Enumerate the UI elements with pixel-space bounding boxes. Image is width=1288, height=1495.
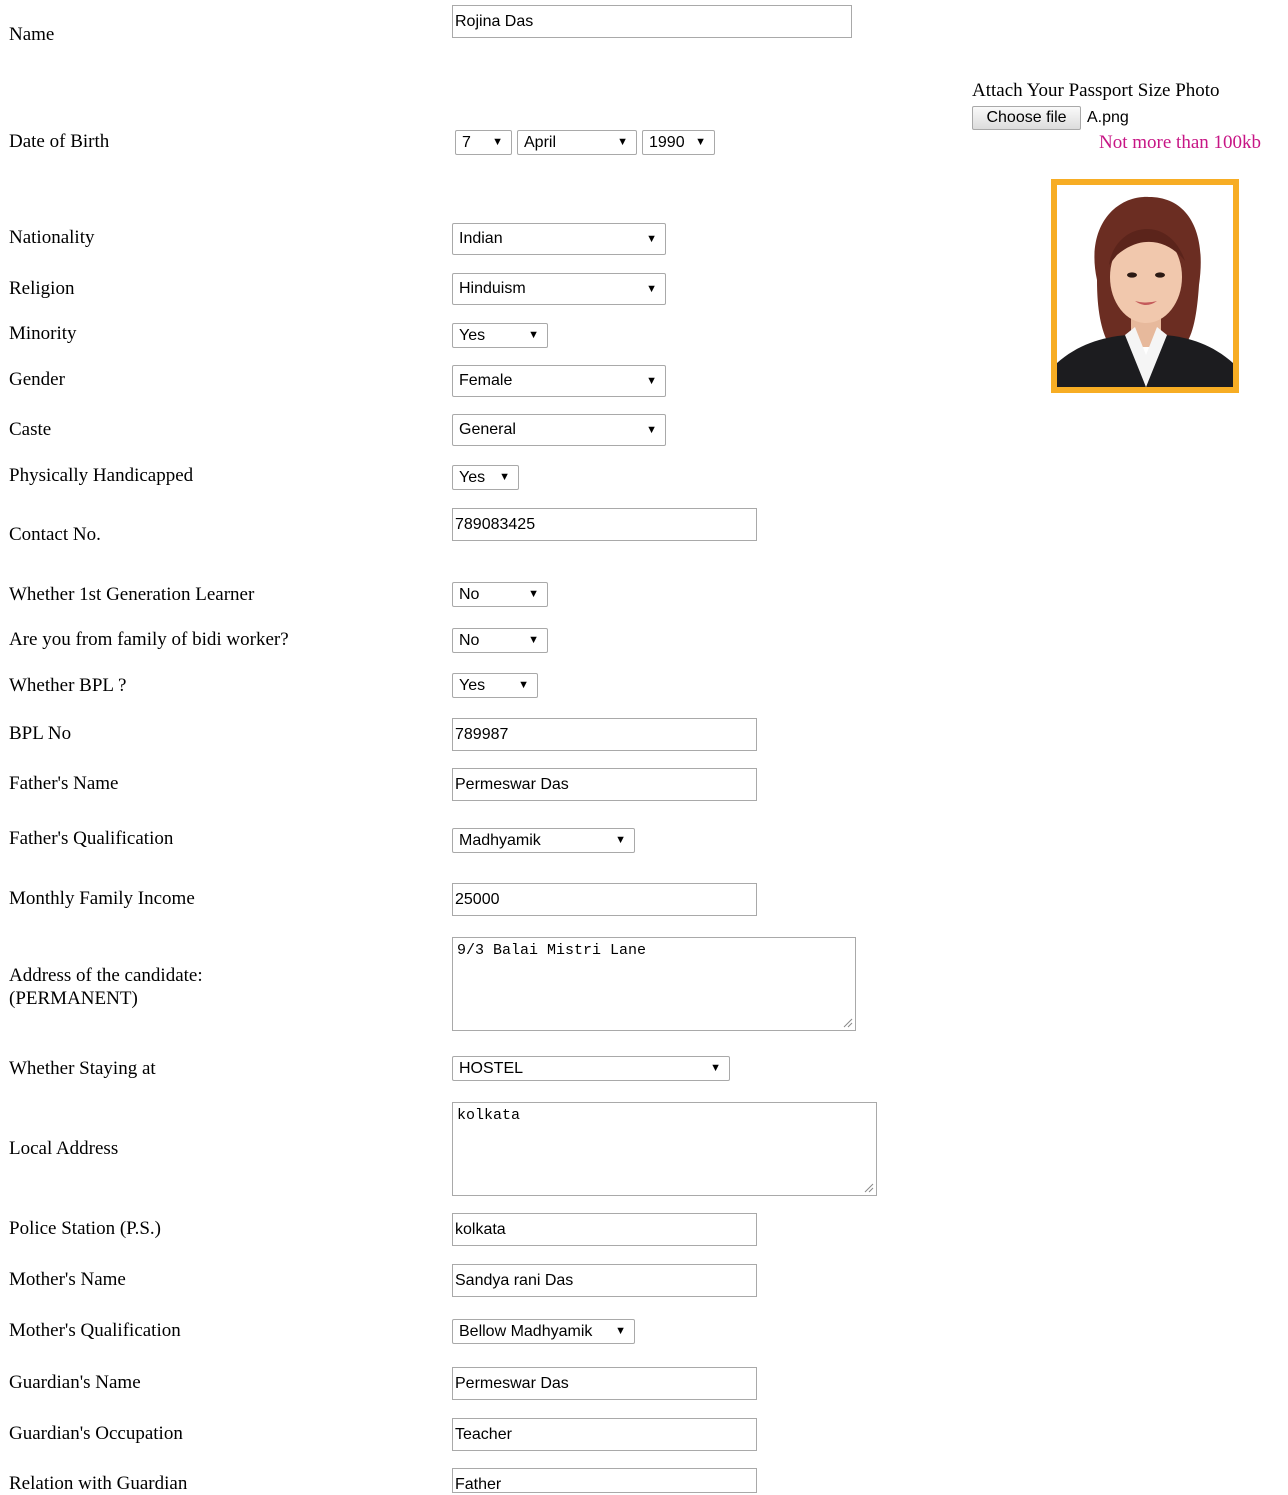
label-first-generation: Whether 1st Generation Learner — [9, 584, 255, 605]
minority-select[interactable]: Yes ▼ — [452, 323, 548, 348]
label-police-station: Police Station (P.S.) — [9, 1218, 162, 1239]
label-income: Monthly Family Income — [9, 888, 195, 909]
chevron-down-icon: ▼ — [646, 233, 657, 245]
label-permanent-address: Address of the candidate: (PERMANENT) — [9, 964, 203, 1010]
bpl-no-input[interactable]: 789987 — [452, 718, 757, 751]
bidi-worker-select[interactable]: No ▼ — [452, 628, 548, 653]
staying-at-value: HOSTEL — [459, 1060, 524, 1077]
label-minority: Minority — [9, 323, 77, 344]
handicapped-select[interactable]: Yes ▼ — [452, 465, 519, 490]
income-input[interactable]: 25000 — [452, 883, 757, 916]
gender-select[interactable]: Female ▼ — [452, 365, 666, 397]
label-mother-name: Mother's Name — [9, 1269, 126, 1290]
label-gender: Gender — [9, 369, 65, 390]
passport-photo — [1051, 179, 1239, 393]
chevron-down-icon: ▼ — [695, 136, 706, 148]
resize-grip-icon[interactable] — [864, 1183, 874, 1193]
label-bpl-no: BPL No — [9, 723, 72, 744]
guardian-name-input[interactable]: Permeswar Das — [452, 1367, 757, 1400]
chevron-down-icon: ▼ — [518, 679, 529, 691]
passport-photo-image — [1057, 185, 1233, 387]
bpl-select[interactable]: Yes ▼ — [452, 673, 538, 698]
label-dob: Date of Birth — [9, 131, 110, 152]
chevron-down-icon: ▼ — [710, 1062, 721, 1074]
father-qualification-select[interactable]: Madhyamik ▼ — [452, 828, 635, 853]
dob-year-select[interactable]: 1990 ▼ — [642, 130, 715, 155]
chevron-down-icon: ▼ — [615, 1325, 626, 1337]
label-father-qualification: Father's Qualification — [9, 828, 174, 849]
dob-year-value: 1990 — [649, 134, 685, 151]
chevron-down-icon: ▼ — [528, 329, 539, 341]
label-relation: Relation with Guardian — [9, 1473, 188, 1494]
dob-month-select[interactable]: April ▼ — [517, 130, 637, 155]
chevron-down-icon: ▼ — [646, 283, 657, 295]
bidi-worker-value: No — [459, 632, 480, 649]
label-caste: Caste — [9, 419, 52, 440]
nationality-value: Indian — [459, 230, 503, 247]
chevron-down-icon: ▼ — [528, 634, 539, 646]
caste-select[interactable]: General ▼ — [452, 414, 666, 446]
mother-name-input[interactable]: Sandya rani Das — [452, 1264, 757, 1297]
local-address-textarea[interactable]: kolkata — [452, 1102, 877, 1196]
first-generation-value: No — [459, 586, 480, 603]
staying-at-select[interactable]: HOSTEL ▼ — [452, 1056, 730, 1081]
bpl-value: Yes — [459, 677, 486, 694]
label-guardian-name: Guardian's Name — [9, 1372, 141, 1393]
permanent-address-value: 9/3 Balai Mistri Lane — [457, 942, 647, 959]
minority-value: Yes — [459, 327, 486, 344]
label-bidi-worker: Are you from family of bidi worker? — [9, 629, 289, 650]
photo-size-note: Not more than 100kb — [1099, 132, 1262, 153]
local-address-value: kolkata — [457, 1107, 521, 1124]
police-station-input[interactable]: kolkata — [452, 1213, 757, 1246]
chevron-down-icon: ▼ — [646, 424, 657, 436]
resize-grip-icon[interactable] — [843, 1018, 853, 1028]
label-nationality: Nationality — [9, 227, 95, 248]
label-religion: Religion — [9, 278, 75, 299]
dob-day-select[interactable]: 7 ▼ — [455, 130, 512, 155]
label-father-name: Father's Name — [9, 773, 119, 794]
photo-upload-label: Attach Your Passport Size Photo — [972, 80, 1220, 101]
label-name: Name — [9, 24, 55, 45]
chevron-down-icon: ▼ — [646, 375, 657, 387]
nationality-select[interactable]: Indian ▼ — [452, 223, 666, 255]
label-mother-qualification: Mother's Qualification — [9, 1320, 181, 1341]
handicapped-value: Yes — [459, 469, 486, 486]
first-generation-select[interactable]: No ▼ — [452, 582, 548, 607]
label-staying-at: Whether Staying at — [9, 1058, 156, 1079]
label-address-line2: (PERMANENT) — [9, 988, 138, 1009]
caste-value: General — [459, 421, 516, 438]
religion-select[interactable]: Hinduism ▼ — [452, 273, 666, 305]
religion-value: Hinduism — [459, 280, 526, 297]
label-address-line1: Address of the candidate: — [9, 965, 203, 986]
contact-input[interactable]: 789083425 — [452, 508, 757, 541]
name-input[interactable]: Rojina Das — [452, 5, 852, 38]
dob-day-value: 7 — [462, 134, 471, 151]
label-guardian-occupation: Guardian's Occupation — [9, 1423, 183, 1444]
label-contact: Contact No. — [9, 524, 101, 545]
father-name-input[interactable]: Permeswar Das — [452, 768, 757, 801]
selected-file-name: A.png — [1087, 109, 1129, 126]
guardian-occupation-input[interactable]: Teacher — [452, 1418, 757, 1451]
chevron-down-icon: ▼ — [617, 136, 628, 148]
label-bpl: Whether BPL ? — [9, 675, 127, 696]
choose-file-button[interactable]: Choose file — [972, 106, 1081, 130]
relation-input[interactable]: Father — [452, 1468, 757, 1493]
chevron-down-icon: ▼ — [499, 471, 510, 483]
label-local-address: Local Address — [9, 1138, 119, 1159]
dob-month-value: April — [524, 134, 557, 151]
permanent-address-textarea[interactable]: 9/3 Balai Mistri Lane — [452, 937, 856, 1031]
father-qualification-value: Madhyamik — [459, 832, 541, 849]
mother-qualification-select[interactable]: Bellow Madhyamik ▼ — [452, 1319, 635, 1344]
chevron-down-icon: ▼ — [528, 588, 539, 600]
chevron-down-icon: ▼ — [615, 834, 626, 846]
label-handicapped: Physically Handicapped — [9, 465, 194, 486]
gender-value: Female — [459, 372, 513, 389]
mother-qualification-value: Bellow Madhyamik — [459, 1323, 593, 1340]
chevron-down-icon: ▼ — [492, 136, 503, 148]
